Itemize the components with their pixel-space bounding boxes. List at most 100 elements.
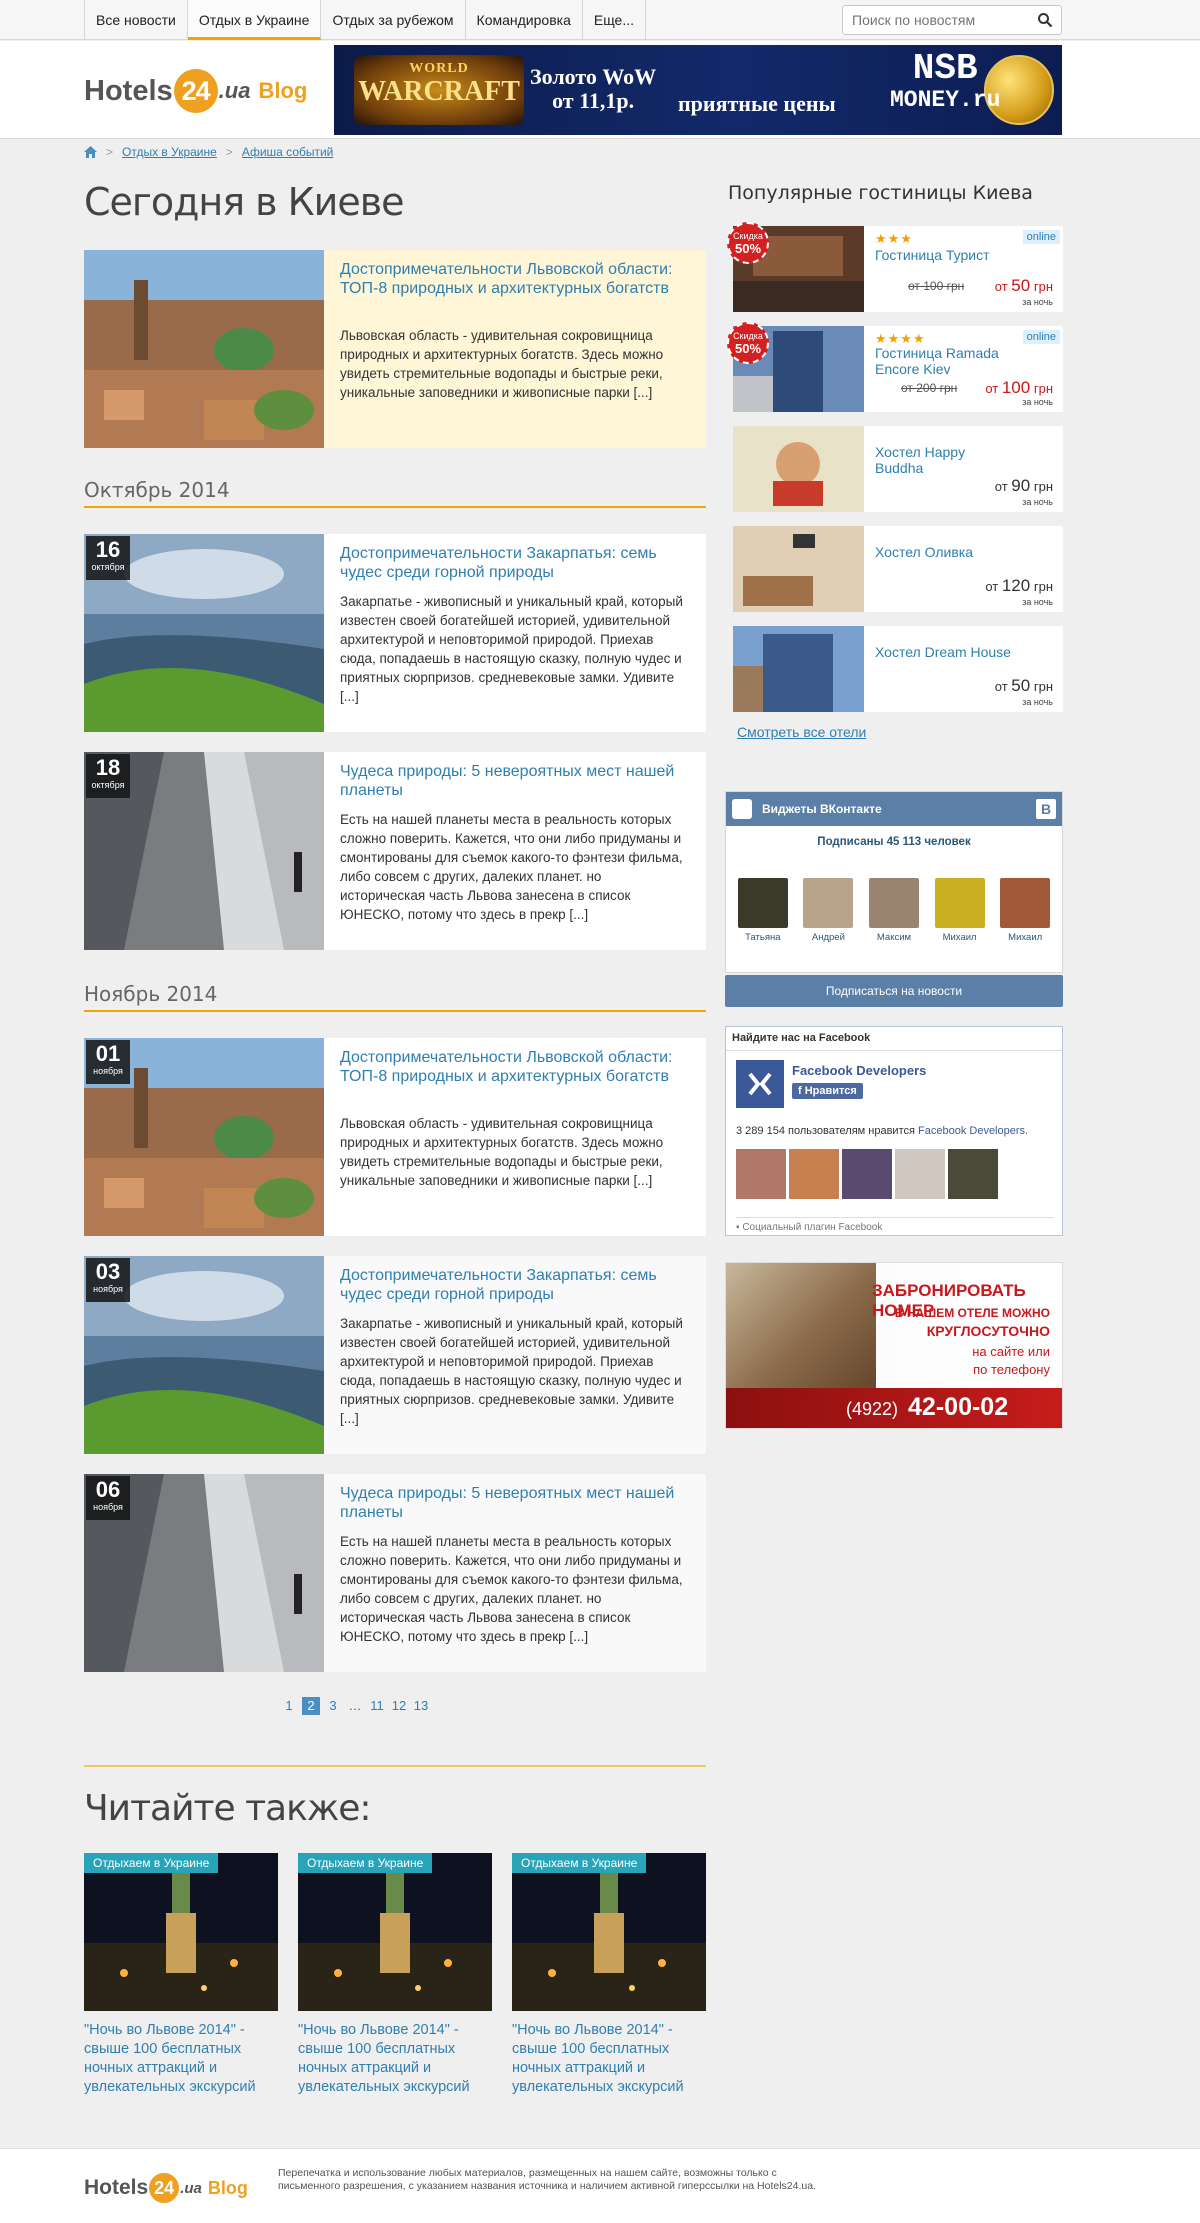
search-input[interactable]: [843, 6, 1023, 34]
article-title[interactable]: Достопримечательности Закарпатья: семь ч…: [340, 1266, 680, 1304]
page-title: Сегодня в Киеве: [84, 180, 404, 224]
featured-article[interactable]: Достопримечательности Львовской области:…: [84, 250, 706, 448]
hotel-name[interactable]: Хостел Dream House: [875, 644, 1015, 660]
vk-subscribe-button[interactable]: Подписаться на новости: [725, 975, 1063, 1007]
search-icon[interactable]: [1037, 12, 1053, 28]
vk-person[interactable]: Михаил: [934, 878, 986, 943]
fb-plugin-label: Социальный плагин Facebook: [742, 1222, 883, 1233]
tab-all-news[interactable]: Все новости: [85, 0, 188, 40]
hotel-name[interactable]: Гостиница Ramada Encore Kiev: [875, 345, 1015, 377]
read-also-title: Читайте также:: [84, 1788, 372, 1829]
article-title[interactable]: Достопримечательности Львовской области:…: [340, 1048, 680, 1086]
lviv-night-image[interactable]: Отдыхаем в Украине: [298, 1853, 492, 2011]
breadcrumb-events[interactable]: Афиша событий: [242, 145, 334, 159]
tab-abroad[interactable]: Отдых за рубежом: [321, 0, 466, 40]
fb-count-page[interactable]: Facebook Developers.: [918, 1125, 1028, 1137]
ad-line4: на сайте или: [972, 1344, 1050, 1359]
header-ad-banner[interactable]: WORLD WARCRAFT Золото WoW от 11,1р. прия…: [334, 45, 1062, 135]
date-badge: 18 октября: [86, 754, 130, 798]
related-article[interactable]: Отдыхаем в Украине "Ночь во Львове 2014"…: [298, 1853, 492, 2097]
fb-like-button[interactable]: f Нравится: [792, 1083, 863, 1099]
site-logo[interactable]: Hotels 24 .ua Blog: [84, 69, 307, 113]
category-tag[interactable]: Отдыхаем в Украине: [512, 1853, 647, 1873]
category-tag[interactable]: Отдыхаем в Украине: [84, 1853, 219, 1873]
avatar[interactable]: [842, 1149, 892, 1199]
hotel-card[interactable]: Хостел Оливка от 120 грн за ночь: [733, 526, 1063, 612]
lviv-night-image[interactable]: Отдыхаем в Украине: [512, 1853, 706, 2011]
article-card[interactable]: 18 октября Чудеса природы: 5 невероятных…: [84, 752, 706, 950]
article-title[interactable]: Чудеса природы: 5 невероятных мест нашей…: [340, 1484, 680, 1522]
tab-business-trip[interactable]: Командировка: [466, 0, 583, 40]
vk-person[interactable]: Михаил: [999, 878, 1051, 943]
per-night: за ночь: [1022, 397, 1053, 407]
price-prefix: от: [994, 679, 1008, 694]
ad-phone: (4922) 42-00-02: [846, 1393, 1008, 1422]
hotel-card[interactable]: Хостел Dream House от 50 грн за ночь: [733, 626, 1063, 712]
hostel-olivka-image[interactable]: [733, 526, 864, 612]
lviv-city-image[interactable]: [84, 250, 324, 448]
article-card[interactable]: 01 ноября Достопримечательности Львовско…: [84, 1038, 706, 1236]
article-title[interactable]: Достопримечательности Закарпатья: семь ч…: [340, 544, 680, 582]
vk-title: Виджеты ВКонтакте: [762, 802, 882, 816]
date-badge: 03 ноября: [86, 1258, 130, 1302]
breadcrumb-ukraine[interactable]: Отдых в Украине: [122, 145, 217, 159]
article-title[interactable]: Достопримечательности Львовской области:…: [340, 260, 680, 298]
vk-logo-icon[interactable]: B: [1036, 799, 1056, 819]
all-hotels-link[interactable]: Смотреть все отели: [737, 724, 866, 740]
vk-person[interactable]: Татьяна: [737, 878, 789, 943]
person-name: Андрей: [811, 932, 845, 943]
related-article[interactable]: Отдыхаем в Украине "Ночь во Львове 2014"…: [84, 1853, 278, 2097]
lviv-night-image[interactable]: Отдыхаем в Украине: [84, 1853, 278, 2011]
hotel-name[interactable]: Хостел Happy Buddha: [875, 444, 1015, 476]
hotel-card[interactable]: Скидка 50% ★★★★ online Гостиница Ramada E…: [727, 322, 1063, 412]
money-text: MONEY.ru: [890, 87, 1001, 113]
article-card[interactable]: 16 октября Достопримечательности Закарпа…: [84, 534, 706, 732]
related-title[interactable]: "Ночь во Львове 2014" - свыше 100 беспла…: [84, 2021, 278, 2097]
online-badge: online: [1022, 330, 1060, 344]
price-value: 100: [1001, 378, 1031, 397]
avatar[interactable]: [948, 1149, 998, 1199]
page-link[interactable]: 1: [280, 1697, 298, 1715]
page-ellipsis: …: [348, 1698, 362, 1713]
logo-24-circle: 24: [173, 69, 218, 113]
article-title[interactable]: Чудеса природы: 5 невероятных мест нашей…: [340, 762, 680, 800]
vk-person[interactable]: Андрей: [802, 878, 854, 943]
night-city-picture: [84, 1853, 278, 2011]
hotel-card[interactable]: Скидка 50% ★★★ online Гостиница Турист от…: [727, 222, 1063, 312]
page-link[interactable]: 13: [412, 1697, 430, 1715]
facebook-developers-icon[interactable]: [736, 1060, 784, 1108]
booking-ad-banner[interactable]: ЗАБРОНИРОВАТЬ НОМЕР В НАШЕМ ОТЕЛЕ МОЖНО …: [725, 1262, 1063, 1429]
fb-page-name[interactable]: Facebook Developers: [792, 1063, 926, 1078]
hostel-happy-buddha-image[interactable]: [733, 426, 864, 512]
hotel-name[interactable]: Хостел Оливка: [875, 544, 1015, 560]
tab-ukraine[interactable]: Отдых в Украине: [187, 0, 322, 40]
avatar: [737, 878, 788, 928]
logo-blog-text: Blog: [207, 2177, 248, 2198]
nav-tabs: Все новости Отдых в Украине Отдых за руб…: [84, 0, 647, 40]
price-currency: грн: [1033, 279, 1053, 294]
hostel-dream-house-image[interactable]: [733, 626, 864, 712]
article-card[interactable]: 06 ноября Чудеса природы: 5 невероятных …: [84, 1474, 706, 1672]
banner-line2: от 11,1р.: [552, 88, 635, 113]
home-icon[interactable]: [84, 146, 97, 158]
related-title[interactable]: "Ночь во Львове 2014" - свыше 100 беспла…: [298, 2021, 492, 2097]
vk-person[interactable]: Максим: [868, 878, 920, 943]
banner-line1: Золото WoW: [530, 64, 657, 89]
article-card[interactable]: 03 ноября Достопримечательности Закарпат…: [84, 1256, 706, 1454]
category-tag[interactable]: Отдыхаем в Украине: [298, 1853, 433, 1873]
avatar[interactable]: [895, 1149, 945, 1199]
page-link[interactable]: 12: [390, 1697, 408, 1715]
hotel-name[interactable]: Гостиница Турист: [875, 247, 1015, 263]
related-title[interactable]: "Ночь во Львове 2014" - свыше 100 беспла…: [512, 2021, 706, 2097]
tab-more[interactable]: Еще...: [583, 0, 647, 40]
date-month: ноября: [93, 1284, 123, 1294]
related-article[interactable]: Отдыхаем в Украине "Ночь во Львове 2014"…: [512, 1853, 706, 2097]
page-link-current[interactable]: 2: [302, 1697, 320, 1715]
page-link[interactable]: 3: [324, 1697, 342, 1715]
hotel-card[interactable]: Хостел Happy Buddha от 90 грн за ночь: [733, 426, 1063, 512]
page-link[interactable]: 11: [368, 1697, 386, 1715]
avatar[interactable]: [736, 1149, 786, 1199]
vk-people: Татьяна Андрей Максим Михаил Михаил: [726, 878, 1062, 943]
avatar[interactable]: [789, 1149, 839, 1199]
footer-logo[interactable]: Hotels 24 .ua Blog: [84, 2173, 248, 2203]
